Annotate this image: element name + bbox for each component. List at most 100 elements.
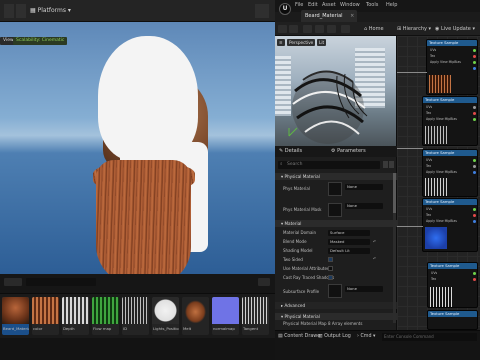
details-scrollbar-thumb[interactable] — [393, 173, 396, 213]
pin-dot-icon[interactable] — [473, 55, 476, 58]
pin-apply-view-mipbias[interactable]: Apply View MipBias — [426, 219, 457, 223]
use-material-attributes-checkbox[interactable] — [328, 266, 333, 271]
pin-dot-icon[interactable] — [473, 61, 476, 64]
pin-uvs[interactable]: UVs — [426, 158, 432, 162]
menu-help[interactable]: Help — [386, 2, 397, 8]
material-graph[interactable]: Texture Sample UVs Tex Apply View MipBia… — [397, 36, 480, 330]
pin-uvs[interactable]: UVs — [431, 271, 437, 275]
section-material[interactable]: ▾ Material — [275, 220, 397, 227]
asset-tile[interactable]: Lights_Position — [152, 297, 179, 335]
apply-icon[interactable] — [303, 25, 312, 33]
mode-icon[interactable] — [16, 4, 26, 18]
add-button[interactable] — [4, 278, 22, 286]
pin-tex[interactable]: Tex — [426, 111, 431, 115]
browse-icon[interactable] — [289, 25, 298, 33]
pin-dot-icon[interactable] — [473, 220, 476, 223]
pin-dot-icon[interactable] — [473, 118, 476, 121]
pin-apply-view-mipbias[interactable]: Apply View MipBias — [426, 117, 457, 121]
pin-apply-view-mipbias[interactable]: Apply View MipBias — [426, 170, 457, 174]
subsurface-profile-label: Subsurface Profile — [283, 289, 320, 294]
console-input[interactable]: Enter Console Command — [382, 333, 477, 341]
pin-dot-icon[interactable] — [473, 49, 476, 52]
pin-uvs[interactable]: UVs — [426, 105, 432, 109]
menu-file[interactable]: File — [295, 2, 303, 8]
texture-sample-node[interactable]: Texture Sample UVs Tex — [427, 262, 478, 308]
settings-icon[interactable] — [258, 278, 270, 286]
section-physical-material[interactable]: ▾ Physical Material — [275, 173, 397, 180]
menu-tools[interactable]: Tools — [366, 2, 378, 8]
menu-asset[interactable]: Asset — [322, 2, 336, 8]
home-button[interactable]: ⌂ Home — [364, 25, 384, 34]
reset-icon[interactable]: ↶ — [373, 239, 376, 244]
asset-thumbnail — [242, 297, 269, 324]
level-viewport[interactable]: View Scalability: Cinematic — [0, 22, 275, 274]
pin-uvs[interactable]: UVs — [430, 48, 436, 52]
cast-ray-traced-shadows-checkbox[interactable] — [328, 275, 333, 280]
tab-beard-material[interactable]: Beard_Material × — [301, 10, 357, 22]
material-domain-select[interactable]: Surface — [328, 230, 370, 236]
tab-parameters-label: Parameters — [337, 148, 366, 154]
pin-dot-icon[interactable] — [473, 112, 476, 115]
live-update-button[interactable]: ◉ Live Update ▾ — [435, 25, 475, 34]
pin-dot-icon[interactable] — [473, 214, 476, 217]
asset-tile[interactable]: ID — [122, 297, 149, 335]
pin-dot-icon[interactable] — [473, 272, 476, 275]
asset-tile[interactable]: Depth — [62, 297, 89, 335]
platform-icon[interactable] — [327, 25, 336, 33]
settings-icon[interactable] — [255, 4, 269, 18]
section-physical-material-2[interactable]: ▾ Physical Material — [275, 313, 397, 320]
section-advanced[interactable]: ▸ Advanced — [275, 302, 397, 309]
platforms-button[interactable]: ▦ Platforms ▾ — [30, 4, 71, 18]
phys-material-mask-select[interactable]: None — [345, 203, 383, 209]
pin-apply-view-mipbias[interactable]: Apply View MipBias — [430, 60, 461, 64]
subsurface-profile-select[interactable]: None — [345, 286, 383, 292]
pin-tex[interactable]: Tex — [426, 213, 431, 217]
blend-mode-select[interactable]: Masked — [328, 239, 370, 245]
menu-edit[interactable]: Edit — [308, 2, 318, 8]
texture-sample-node[interactable]: Texture Sample UVs Tex Apply View MipBia… — [422, 96, 478, 146]
asset-tile[interactable]: Beard_Material — [2, 297, 29, 335]
pin-tex[interactable]: Tex — [426, 164, 431, 168]
hierarchy-button[interactable]: ⊞ Hierarchy ▾ — [397, 25, 431, 34]
reset-icon[interactable]: ↶ — [373, 256, 376, 261]
asset-tile[interactable]: normalmap — [212, 297, 239, 335]
asset-tile[interactable]: Tangent — [242, 297, 269, 335]
asset-tile[interactable]: Melt — [182, 297, 209, 335]
pin-dot-icon[interactable] — [473, 165, 476, 168]
stats-icon[interactable] — [315, 25, 324, 33]
close-tab-icon[interactable]: × — [350, 13, 354, 19]
phys-material-select[interactable]: None — [345, 184, 383, 190]
texture-sample-node[interactable]: Texture Sample UVs Tex Apply View MipBia… — [422, 149, 478, 197]
tab-parameters[interactable]: ⚙ Parameters — [331, 148, 366, 154]
preview-icon[interactable] — [341, 25, 350, 33]
pin-dot-icon[interactable] — [473, 106, 476, 109]
tab-details[interactable]: ✎ Details — [279, 148, 302, 154]
texture-sample-node[interactable]: Texture Sample UVs Tex Apply View MipBia… — [422, 198, 478, 252]
pin-dot-icon[interactable] — [473, 67, 476, 70]
output-log-button[interactable]: ▥ Output Log — [318, 334, 351, 339]
asset-tile[interactable]: Flow map — [92, 297, 119, 335]
pin-tex[interactable]: Tex — [431, 277, 436, 281]
content-drawer-button[interactable]: ▤ Content Drawer — [278, 334, 322, 339]
material-preview-viewport[interactable]: ≡ Perspective Lit — [275, 36, 397, 146]
two-sided-checkbox[interactable] — [328, 257, 333, 262]
save-icon[interactable] — [4, 4, 14, 18]
shading-model-select[interactable]: Default Lit — [328, 248, 370, 254]
asset-search-input[interactable] — [26, 278, 96, 286]
menu-window[interactable]: Window — [340, 2, 360, 8]
cmd-dropdown[interactable]: › Cmd ▾ — [357, 334, 375, 339]
grid-view-icon[interactable] — [383, 161, 388, 168]
texture-sample-node[interactable]: Texture Sample — [427, 310, 478, 330]
texture-sample-node[interactable]: Texture Sample UVs Tex Apply View MipBia… — [426, 39, 478, 95]
settings-icon[interactable] — [389, 161, 394, 168]
pin-dot-icon[interactable] — [473, 159, 476, 162]
details-search-input[interactable]: ⌕ Search — [278, 161, 380, 169]
scalability-chip[interactable]: Scalability: Cinematic — [13, 37, 68, 45]
pin-dot-icon[interactable] — [473, 171, 476, 174]
pin-dot-icon[interactable] — [473, 278, 476, 281]
pin-tex[interactable]: Tex — [430, 54, 435, 58]
asset-tile[interactable]: color — [32, 297, 59, 335]
save-asset-icon[interactable] — [278, 25, 287, 33]
pin-uvs[interactable]: UVs — [426, 207, 432, 211]
pin-dot-icon[interactable] — [473, 208, 476, 211]
